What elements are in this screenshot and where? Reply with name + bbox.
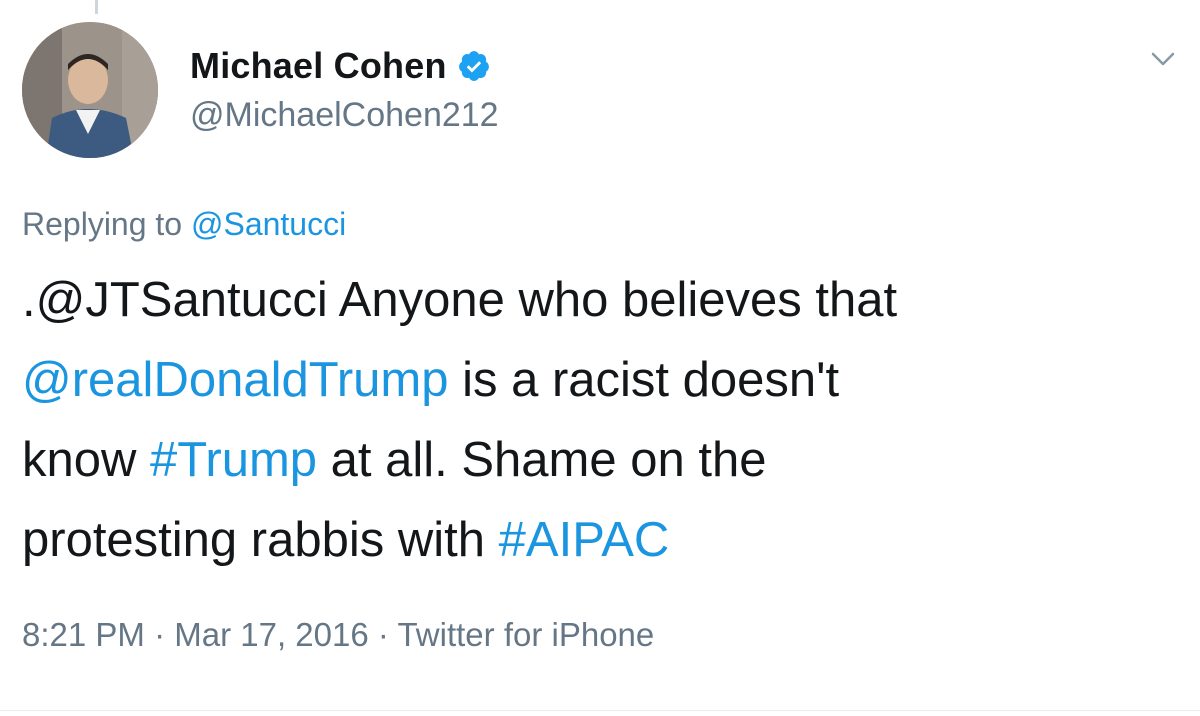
meta-separator: · — [377, 616, 389, 653]
tweet-text-segment: Anyone who believes that — [327, 273, 898, 327]
tweet-metadata: 8:21 PM · Mar 17, 2016 · Twitter for iPh… — [22, 616, 654, 654]
verified-badge-icon — [458, 51, 489, 81]
divider — [0, 710, 1200, 711]
tweet-text-segment: know — [22, 433, 151, 487]
meta-separator: · — [154, 616, 166, 653]
author-display-name[interactable]: Michael Cohen — [190, 45, 447, 87]
reply-context: Replying to @Santucci — [22, 206, 346, 243]
chevron-down-icon[interactable] — [1148, 44, 1178, 74]
hashtag-trump[interactable]: #Trump — [150, 433, 317, 487]
tweet-text-segment: is a racist doesn't — [448, 353, 840, 407]
tweet-time[interactable]: 8:21 PM — [22, 616, 145, 653]
avatar[interactable] — [22, 22, 158, 158]
tweet-text-segment: protesting rabbis with — [22, 513, 499, 567]
tweet-text-mention-realdonaldtrump[interactable]: @realDonaldTrump — [22, 353, 448, 407]
hashtag-aipac[interactable]: #AIPAC — [499, 513, 670, 567]
tweet-text-mention-jtsantucci[interactable]: .@JTSantucci — [22, 273, 328, 327]
author-handle[interactable]: @MichaelCohen212 — [190, 96, 499, 135]
author-name-row[interactable]: Michael Cohen — [190, 42, 491, 90]
tweet-text: .@JTSantucci Anyone who believes that @re… — [22, 260, 1172, 580]
tweet-text-segment: at all. Shame on the — [317, 433, 767, 487]
tweet-source[interactable]: Twitter for iPhone — [397, 616, 654, 653]
reply-label: Replying to — [22, 206, 183, 242]
avatar-image — [22, 22, 158, 158]
thread-line — [95, 0, 98, 14]
reply-to-mention[interactable]: @Santucci — [191, 206, 346, 242]
tweet-date[interactable]: Mar 17, 2016 — [174, 616, 368, 653]
